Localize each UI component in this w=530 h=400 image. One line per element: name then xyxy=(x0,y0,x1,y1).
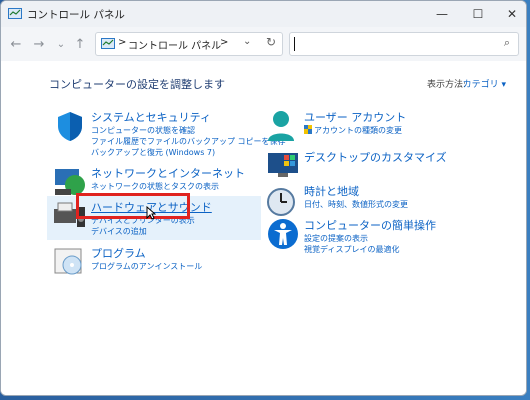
user-accounts-icon xyxy=(268,111,294,141)
breadcrumb-chevron-icon[interactable]: > xyxy=(220,37,228,48)
address-toolbar: ← → ⌄ ↑ > コントロール パネル > ⌄ ↻ ⌕ xyxy=(1,27,526,61)
text-caret xyxy=(294,37,295,51)
category-network-internet[interactable]: ネットワークとインターネット ネットワークの状態とタスクの表示 xyxy=(53,165,253,195)
mouse-pointer-icon xyxy=(146,206,156,220)
uac-shield-icon xyxy=(304,125,312,134)
link-change-account-type[interactable]: アカウントの種類の変更 xyxy=(304,125,402,136)
accessibility-icon xyxy=(268,219,298,249)
recent-locations-button[interactable]: ⌄ xyxy=(52,35,70,53)
link-network-status[interactable]: ネットワークの状態とタスクの表示 xyxy=(91,181,219,192)
breadcrumb-separator-icon: > xyxy=(118,37,127,48)
content-area: コンピューターの設定を調整します 表示方法: カテゴリ ▾ システムとセキュリテ… xyxy=(1,61,526,395)
category-appearance-personalization[interactable]: デスクトップのカスタマイズ xyxy=(266,149,516,179)
category-system-security[interactable]: システムとセキュリティ コンピューターの状態を確認 ファイル履歴でファイルのバッ… xyxy=(53,109,286,159)
category-programs[interactable]: プログラム プログラムのアンインストール xyxy=(53,245,253,279)
search-input[interactable]: ⌕ xyxy=(289,32,519,56)
title-bar: コントロール パネル — ☐ ✕ xyxy=(1,1,526,27)
view-by-dropdown[interactable]: カテゴリ ▾ xyxy=(463,77,506,90)
category-title[interactable]: 時計と地域 xyxy=(304,183,359,199)
search-icon[interactable]: ⌕ xyxy=(504,36,510,50)
shield-icon xyxy=(58,112,82,141)
link-backup-restore[interactable]: バックアップと復元 (Windows 7) xyxy=(91,147,215,158)
link-add-device[interactable]: デバイスの追加 xyxy=(91,226,147,237)
link-change-account-type-label: アカウントの種類の変更 xyxy=(314,126,402,135)
category-user-accounts[interactable]: ユーザー アカウント アカウントの種類の変更 xyxy=(266,109,516,149)
maximize-button[interactable]: ☐ xyxy=(461,1,495,27)
address-field[interactable]: > コントロール パネル > ⌄ ↻ xyxy=(95,32,283,56)
clock-globe-icon xyxy=(267,188,295,216)
link-change-date-time[interactable]: 日付、時刻、数値形式の変更 xyxy=(304,199,408,210)
category-title[interactable]: システムとセキュリティ xyxy=(91,109,211,125)
link-optimize-display[interactable]: 視覚ディスプレイの最適化 xyxy=(304,244,399,255)
control-panel-location-icon xyxy=(101,38,115,49)
category-title[interactable]: ユーザー アカウント xyxy=(304,109,406,125)
close-button[interactable]: ✕ xyxy=(495,1,526,27)
category-title[interactable]: プログラム xyxy=(91,245,146,261)
up-button[interactable]: ↑ xyxy=(71,35,89,53)
annotation-highlight-box xyxy=(76,193,190,219)
link-uninstall-program[interactable]: プログラムのアンインストール xyxy=(91,261,202,272)
category-title[interactable]: ネットワークとインターネット xyxy=(91,165,245,181)
control-panel-app-icon xyxy=(8,8,22,19)
breadcrumb-control-panel[interactable]: コントロール パネル xyxy=(128,37,221,52)
address-dropdown-icon[interactable]: ⌄ xyxy=(243,36,251,47)
refresh-icon[interactable]: ↻ xyxy=(266,35,276,49)
link-suggested-settings[interactable]: 設定の提案の表示 xyxy=(304,233,368,244)
forward-button[interactable]: → xyxy=(30,35,48,53)
minimize-button[interactable]: — xyxy=(425,1,459,27)
link-check-status[interactable]: コンピューターの状態を確認 xyxy=(91,125,195,136)
window-title: コントロール パネル xyxy=(27,9,125,21)
category-title[interactable]: コンピューターの簡単操作 xyxy=(304,217,436,233)
link-file-history[interactable]: ファイル履歴でファイルのバックアップ コピーを保存 xyxy=(91,136,286,147)
category-clock-region[interactable]: 時計と地域 日付、時刻、数値形式の変更 xyxy=(266,183,516,216)
view-by-label: 表示方法: xyxy=(426,80,466,90)
category-ease-of-access[interactable]: コンピューターの簡単操作 設定の提案の表示 視覚ディスプレイの最適化 xyxy=(266,217,516,257)
control-panel-window: コントロール パネル — ☐ ✕ ← → ⌄ ↑ > コントロール パネル > … xyxy=(0,0,527,396)
category-title[interactable]: デスクトップのカスタマイズ xyxy=(304,149,447,165)
programs-disc-icon xyxy=(54,248,82,275)
page-heading: コンピューターの設定を調整します xyxy=(49,78,225,91)
desktop-customize-icon xyxy=(268,153,298,177)
back-button[interactable]: ← xyxy=(7,35,25,53)
